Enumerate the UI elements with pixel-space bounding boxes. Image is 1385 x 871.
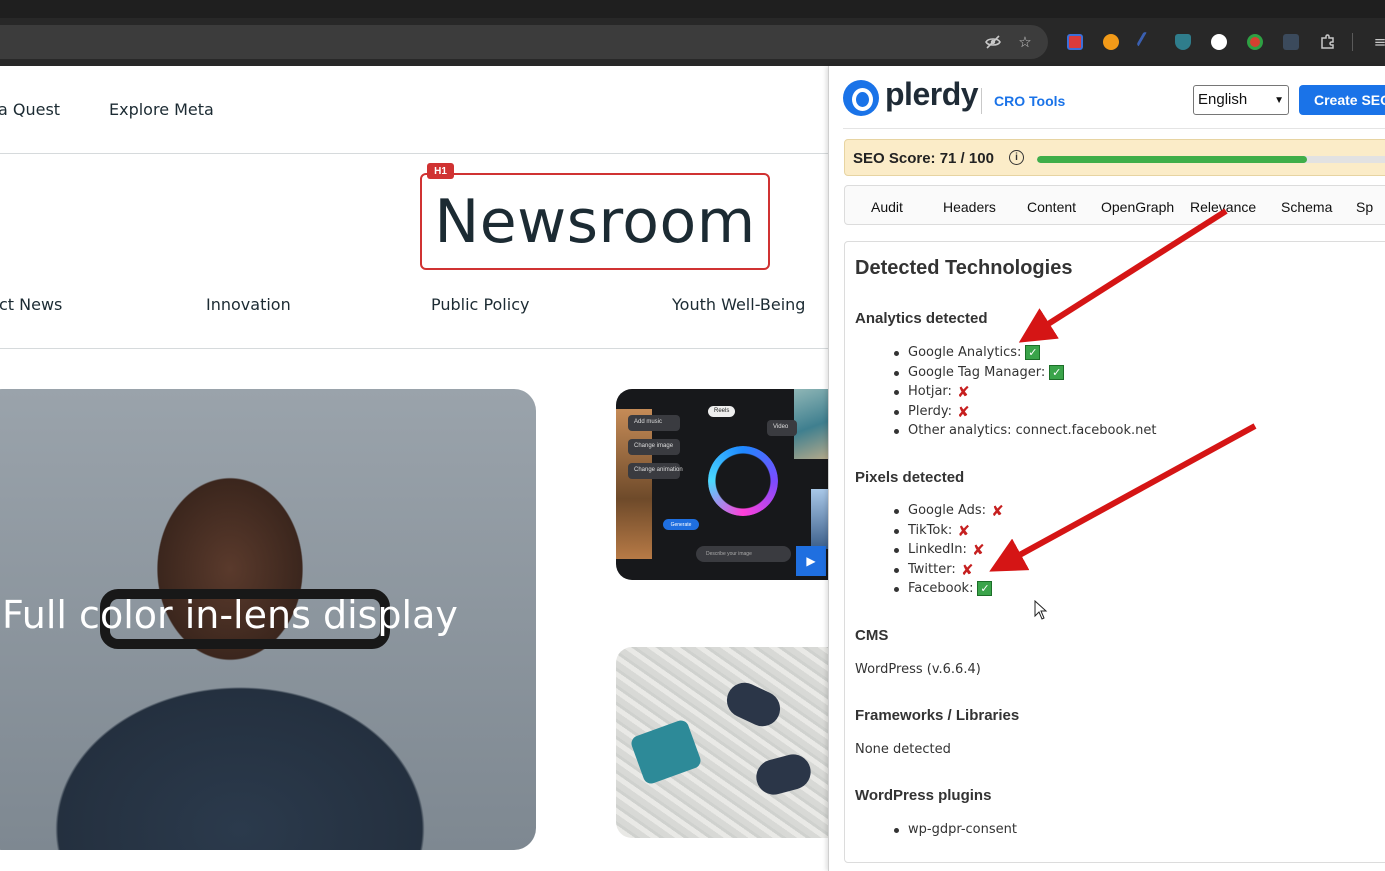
video-chip: Video — [767, 420, 797, 436]
card-photo-right — [811, 489, 828, 549]
cross-icon: ✘ — [972, 540, 985, 559]
star-icon[interactable]: ☆ — [1015, 32, 1035, 52]
tab-speed[interactable]: Sp — [1356, 199, 1373, 215]
reading-list-icon[interactable]: ≡ — [1370, 32, 1385, 52]
address-bar[interactable] — [0, 25, 1048, 59]
youth-photo-card[interactable] — [616, 647, 828, 838]
section-title: Detected Technologies — [855, 257, 1073, 279]
logo-divider — [981, 88, 982, 114]
seo-score-label: SEO Score: 71 / 100 — [853, 150, 994, 167]
panel-tabs: Audit Headers Content OpenGraph Relevanc… — [844, 185, 1385, 225]
change-animation-pill: Change animation — [628, 463, 683, 479]
cross-icon: ✘ — [957, 402, 970, 421]
seo-score-bar: SEO Score: 71 / 100 i — [844, 139, 1385, 176]
plerdy-logo-icon — [843, 80, 879, 116]
cross-icon: ✘ — [960, 560, 974, 579]
info-icon[interactable]: i — [1009, 150, 1024, 165]
tab-relevance[interactable]: Relevance — [1190, 199, 1256, 215]
header-divider — [0, 153, 828, 154]
seo-progress-track — [1037, 156, 1385, 163]
pixels-heading: Pixels detected — [855, 469, 965, 486]
generate-pill: Generate — [663, 519, 699, 530]
hero-caption: Full color in-lens display — [2, 593, 458, 637]
card-photo-left — [616, 409, 652, 559]
tab-audit[interactable]: Audit — [871, 199, 903, 215]
prompt-bar: Describe your image — [696, 546, 791, 562]
shoe-image — [721, 677, 786, 732]
list-item: wp-gdpr-consent — [894, 822, 1017, 837]
page-title: Newsroom — [434, 186, 756, 257]
tab-content[interactable]: Content — [1027, 199, 1076, 215]
extension-orange-icon[interactable] — [1103, 34, 1119, 50]
extension-puzzle-icon[interactable] — [1318, 32, 1338, 52]
category-innovation[interactable]: Innovation — [206, 295, 291, 314]
change-image-pill: Change image — [628, 439, 680, 455]
list-item: Twitter: ✘ — [894, 560, 974, 579]
cross-icon: ✘ — [957, 521, 971, 540]
send-icon: ▶ — [796, 546, 826, 576]
extension-calendar-icon[interactable] — [1067, 34, 1083, 50]
tab-headers[interactable]: Headers — [943, 199, 996, 215]
card-photo-top-right — [794, 389, 828, 459]
nav-link-explore-meta[interactable]: Explore Meta — [109, 100, 214, 119]
category-youth-well-being[interactable]: Youth Well-Being — [672, 295, 805, 314]
category-news[interactable]: ct News — [0, 295, 62, 314]
toolbar-divider — [1352, 33, 1353, 51]
list-item: Google Tag Manager: ✓ — [893, 365, 1065, 380]
screen: ☆ ≡ a Quest Explore Meta Newsroom H1 ct … — [0, 0, 1385, 871]
technologies-panel: Detected Technologies Analytics detected… — [844, 241, 1385, 863]
language-select[interactable]: English ▼ — [1193, 85, 1289, 115]
reels-chip: Reels — [708, 406, 736, 417]
cross-icon: ✘ — [957, 382, 970, 401]
h1-badge: H1 — [427, 163, 454, 179]
frameworks-heading: Frameworks / Libraries — [855, 707, 1020, 724]
list-item: Plerdy: ✘ — [894, 402, 970, 421]
extension-w-icon[interactable] — [1211, 34, 1227, 50]
nav-link-quest[interactable]: a Quest — [0, 100, 60, 119]
check-icon: ✓ — [1025, 345, 1041, 360]
hero-card[interactable]: Full color in-lens display — [0, 389, 536, 850]
list-item: Google Ads: ✘ — [893, 501, 1004, 520]
list-item: Other analytics: connect.facebook.net — [893, 423, 1157, 438]
gradient-ring-graphic — [708, 446, 778, 516]
cms-value: WordPress (v.6.6.4) — [855, 662, 981, 677]
cro-tools-link[interactable]: CRO Tools — [994, 93, 1065, 109]
list-item: Facebook: ✓ — [893, 581, 993, 596]
tab-strip — [0, 0, 1385, 18]
list-item: TikTok: ✘ — [893, 521, 971, 540]
plugins-heading: WordPress plugins — [855, 787, 992, 804]
extension-x-icon[interactable] — [1283, 34, 1299, 50]
eye-off-icon[interactable] — [983, 32, 1003, 52]
list-item: Hotjar: ✘ — [894, 382, 970, 401]
extension-cap-icon[interactable] — [1175, 34, 1191, 50]
h1-highlight: Newsroom — [420, 173, 770, 270]
panel-header-divider — [843, 128, 1385, 129]
tab-opengraph[interactable]: OpenGraph — [1101, 199, 1174, 215]
chevron-down-icon: ▼ — [1274, 95, 1284, 106]
tab-schema[interactable]: Schema — [1281, 199, 1332, 215]
plerdy-panel: plerdy CRO Tools English ▼ Create SEO SE… — [828, 66, 1385, 871]
cms-heading: CMS — [855, 627, 889, 644]
seo-progress-fill — [1037, 156, 1307, 163]
check-icon: ✓ — [977, 581, 993, 596]
list-item: Google Analytics: ✓ — [893, 345, 1041, 360]
category-divider — [0, 348, 828, 349]
bag-image — [629, 718, 703, 786]
category-public-policy[interactable]: Public Policy — [431, 295, 529, 314]
create-seo-button[interactable]: Create SEO — [1299, 85, 1385, 115]
extension-record-icon[interactable] — [1247, 34, 1263, 50]
mouse-cursor-icon — [1034, 600, 1048, 620]
frameworks-value: None detected — [855, 742, 951, 757]
language-value: English — [1198, 91, 1248, 108]
analytics-heading: Analytics detected — [855, 310, 988, 327]
list-item: LinkedIn: ✘ — [894, 540, 985, 559]
plerdy-logo-text: plerdy — [885, 76, 979, 112]
add-music-pill: Add music — [628, 415, 680, 431]
check-icon: ✓ — [1049, 365, 1065, 380]
website: a Quest Explore Meta Newsroom H1 ct News… — [0, 66, 828, 871]
ai-feature-card[interactable]: Reels Add music Change image Change anim… — [616, 389, 828, 580]
cross-icon: ✘ — [991, 501, 1004, 520]
shoe-image — [752, 750, 815, 799]
